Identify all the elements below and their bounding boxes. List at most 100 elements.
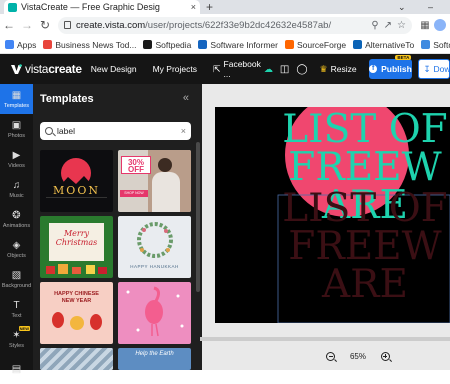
rail-item-templates[interactable]: ▦ Templates [0, 84, 33, 114]
resize-crown-icon: ♛ [319, 63, 328, 74]
design-artboard[interactable]: LIST OF FREEW ARE LIST OF FREEW ARE [215, 107, 450, 323]
bookmark-item[interactable]: Business News Tod... [43, 40, 136, 50]
bookmark-item[interactable]: SourceForge [284, 40, 346, 50]
canvas-workspace: LIST OF FREEW ARE LIST OF FREEW ARE [202, 84, 450, 370]
bookmark-item[interactable]: Software Informer [198, 40, 278, 50]
chinese-new-year-template-text: HAPPY CHINESE NEW YEAR [54, 291, 99, 304]
vistacreate-logo-icon [11, 63, 22, 74]
rail-item-photos[interactable]: ▣ Photos [0, 114, 33, 144]
rail-item-label: Background [1, 282, 32, 289]
format-dropdown[interactable]: ⇱ Facebook ... ☁ [213, 59, 273, 79]
template-thumb-sale[interactable]: 30% OFF SHOP NOW [118, 150, 191, 212]
vistacreate-logo[interactable]: vistacreate [11, 62, 82, 76]
download-label: Down [433, 64, 450, 74]
music-note-icon: ♫ [12, 179, 21, 191]
logo-text: vistacreate [25, 62, 82, 76]
undo-history-icon[interactable]: ◯ [296, 64, 307, 75]
sale-template-text: 30% OFF [127, 158, 144, 174]
software-informer-icon [198, 40, 208, 49]
clear-search-icon[interactable]: × [181, 126, 186, 136]
sale-shop-now: SHOP NOW [120, 190, 148, 197]
christmas-template-text: Merry Christmas [55, 229, 98, 247]
rail-item-animations[interactable]: ❂ Animations [0, 204, 33, 234]
reload-icon[interactable]: ↻ [36, 18, 54, 32]
bookmark-item[interactable]: AlternativeTo [353, 40, 414, 50]
rail-item-music[interactable]: ♫ Music [0, 174, 33, 204]
browser-tab[interactable]: VistaCreate — Free Graphic Desig × [4, 0, 200, 14]
template-thumb-flamingo[interactable] [118, 282, 191, 344]
rail-item-objects[interactable]: ◈ Objects [0, 234, 33, 264]
rail-item-label: Text [11, 312, 22, 319]
template-thumb-christmas[interactable]: Merry Christmas [40, 216, 113, 278]
tab-search-icon[interactable]: ⌄ [398, 0, 406, 14]
back-arrow-icon[interactable]: ← [0, 18, 18, 32]
lantern-shape [52, 312, 64, 328]
template-thumb-winter[interactable] [40, 348, 113, 370]
zoom-out-icon[interactable] [326, 351, 338, 362]
extensions-puzzle-icon[interactable]: ▦ [416, 20, 434, 31]
rail-item-videos[interactable]: ▶ Videos [0, 144, 33, 174]
animation-icon: ❂ [12, 209, 21, 221]
profile-avatar[interactable] [434, 19, 446, 31]
bookmark-label: Apps [17, 39, 37, 50]
rail-item-label: Music [9, 192, 24, 199]
styles-icon: ✶ [12, 329, 21, 341]
background-icon: ▧ [11, 269, 22, 281]
template-thumb-moon[interactable]: MOON [40, 150, 113, 212]
headline-line-2: FREEW [288, 145, 442, 190]
template-thumb-chinese-new-year[interactable]: HAPPY CHINESE NEW YEAR [40, 282, 113, 344]
rail-item-text[interactable]: T Text [0, 294, 33, 324]
shadow-line-3: ARE [322, 262, 408, 307]
panel-scrollbar[interactable] [196, 142, 200, 292]
search-value: label [57, 126, 75, 136]
lock-icon [64, 21, 71, 29]
moon-template-text: MOON [53, 184, 100, 197]
moon-art [46, 158, 107, 198]
christmas-gifts [46, 262, 108, 274]
lantern-shape-2 [90, 314, 102, 330]
new-badge: NEW [18, 326, 30, 331]
canvas-horizontal-scrollbar[interactable] [200, 337, 450, 341]
rail-item-label: Videos [8, 162, 25, 169]
bookmark-item[interactable]: Softonic [421, 40, 450, 50]
forward-arrow-icon[interactable]: → [18, 18, 36, 32]
tiger-shape [70, 316, 84, 330]
more-icon: ▤ [11, 363, 22, 375]
templates-grid-icon: ▦ [11, 89, 22, 101]
resize-button[interactable]: ♛ Resize [320, 64, 357, 75]
new-tab-button[interactable]: + [206, 0, 213, 14]
download-button[interactable]: ↧ Down [418, 59, 450, 79]
headline-line-1: LIST OF [282, 107, 448, 152]
rail-item-label: Styles [9, 342, 24, 349]
tab-close-icon[interactable]: × [191, 2, 196, 12]
template-search-input[interactable]: label × [40, 122, 191, 140]
minimize-button[interactable]: – [428, 0, 433, 14]
publish-button[interactable]: f Publish BETA [368, 55, 413, 79]
bookmark-item[interactable]: Softpedia [143, 40, 191, 50]
comment-icon[interactable]: ◫ [280, 64, 289, 75]
video-icon: ▶ [12, 149, 21, 161]
sourceforge-icon [284, 40, 294, 49]
new-design-button[interactable]: New Design [91, 64, 137, 74]
template-thumb-earth[interactable]: Help the Earth [118, 348, 191, 370]
zoom-magnifier-icon[interactable]: ⚲ [371, 20, 378, 31]
crop-format-icon: ⇱ [212, 63, 221, 74]
rail-item-background[interactable]: ▧ Background [0, 264, 33, 294]
bookmark-star-icon[interactable]: ☆ [397, 20, 406, 31]
app-header: vistacreate New Design My Projects ⇱ Fac… [0, 54, 450, 84]
bookmark-item[interactable]: Apps [5, 40, 36, 50]
shadow-line-1: LIST OF [282, 186, 448, 231]
template-thumb-hanukkah[interactable]: HAPPY HANUKKAH [118, 216, 191, 278]
share-icon[interactable]: ↗ [384, 20, 392, 31]
apps-grid-icon [5, 40, 14, 49]
collapse-panel-icon[interactable]: « [183, 92, 189, 104]
bookmark-label: Software Informer [210, 39, 278, 50]
url-omnibox[interactable]: create.vista.com/user/projects/622f33e9b… [58, 16, 412, 34]
rail-item-more[interactable]: ▤ [0, 354, 33, 384]
flamingo-art [126, 286, 184, 337]
rail-item-styles[interactable]: ✶ Styles NEW [0, 324, 33, 354]
rail-item-label: Objects [7, 252, 26, 259]
zoom-in-icon[interactable] [380, 351, 393, 362]
my-projects-button[interactable]: My Projects [153, 64, 197, 74]
softonic-icon [421, 40, 431, 49]
